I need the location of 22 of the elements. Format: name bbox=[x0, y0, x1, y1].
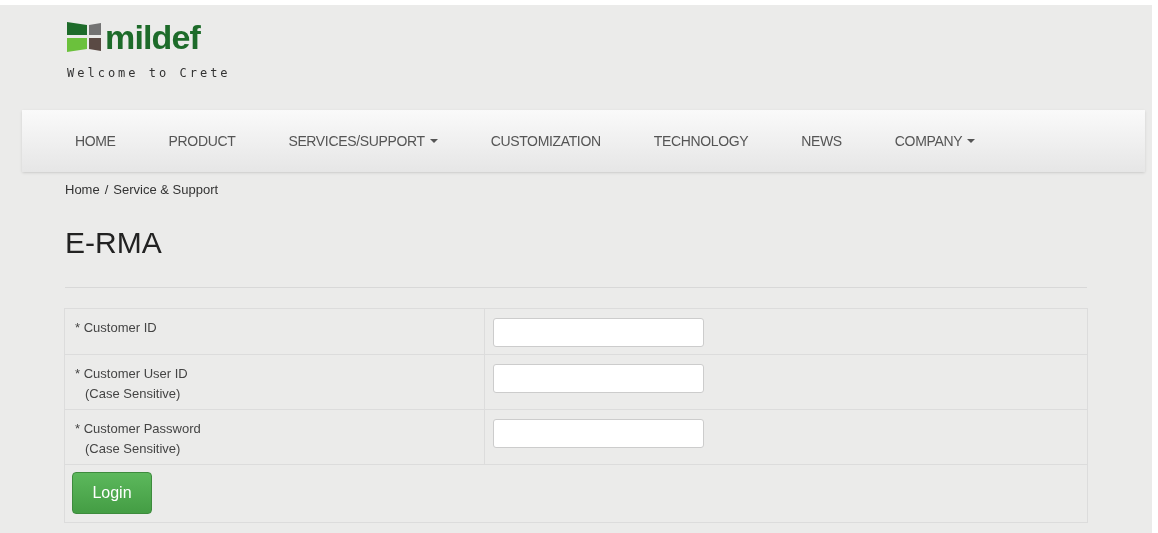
nav-link[interactable]: TECHNOLOGY bbox=[653, 130, 749, 152]
tagline: Welcome to Crete bbox=[67, 65, 232, 82]
input-field[interactable] bbox=[493, 418, 704, 448]
logo-icon bbox=[67, 21, 101, 53]
nav-link[interactable]: CUSTOMIZATION bbox=[490, 130, 601, 152]
field-label: * Customer User ID (Case Sensitive) bbox=[65, 354, 485, 409]
breadcrumb-link[interactable]: Home bbox=[65, 180, 100, 200]
field-label: * Customer ID bbox=[65, 308, 485, 354]
breadcrumb-link[interactable]: Service & Support bbox=[113, 180, 219, 200]
caret-icon bbox=[967, 139, 976, 143]
field-label: * Customer Password (Case Sensitive) bbox=[65, 409, 485, 464]
logo-wordmark: mildef bbox=[105, 20, 201, 54]
nav-link[interactable]: PRODUCT bbox=[168, 130, 236, 152]
input-field[interactable] bbox=[493, 317, 704, 347]
nav-link[interactable]: SERVICES/SUPPORT bbox=[288, 130, 438, 152]
breadcrumb-separator: / bbox=[104, 181, 109, 199]
nav-link[interactable]: NEWS bbox=[801, 130, 842, 152]
nav-link[interactable]: COMPANY bbox=[894, 130, 976, 152]
input-field[interactable] bbox=[493, 363, 704, 393]
nav-link[interactable]: HOME bbox=[75, 130, 116, 152]
page-title: E-RMA bbox=[65, 224, 163, 261]
caret-icon bbox=[429, 139, 438, 143]
